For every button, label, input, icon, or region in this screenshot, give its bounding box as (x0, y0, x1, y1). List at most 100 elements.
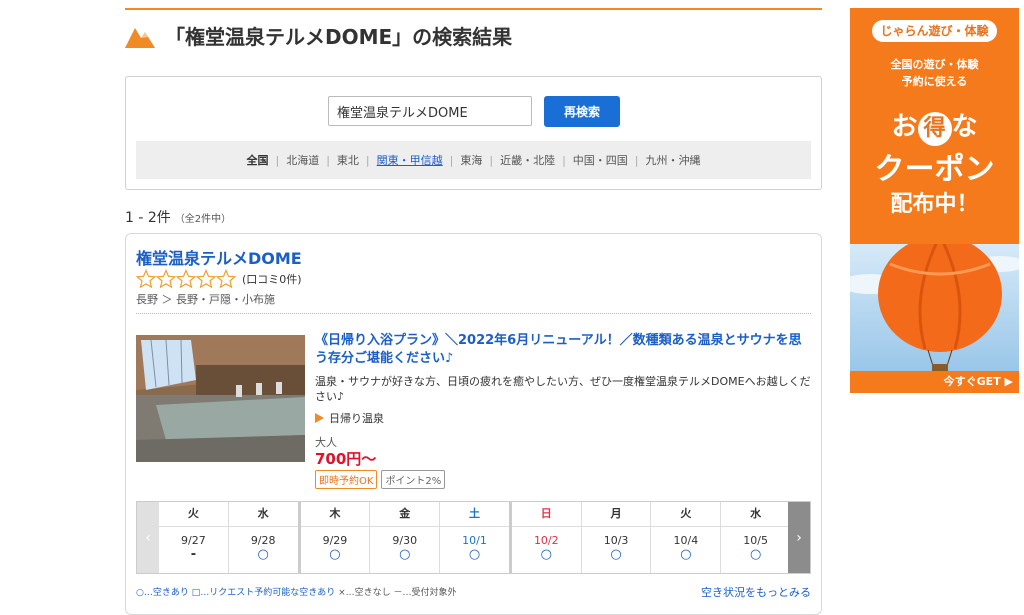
calendar-day-of-week: 土 (440, 502, 509, 527)
availability-mark[interactable]: ○ (370, 547, 439, 563)
region-item[interactable]: 中国・四国 (573, 152, 628, 168)
region-separator: | (365, 153, 370, 167)
calendar-prev-button[interactable]: ‹ (137, 502, 159, 573)
availability-mark[interactable]: ○ (582, 547, 651, 563)
region-item[interactable]: 東北 (337, 152, 359, 168)
region-item[interactable]: 九州・沖縄 (646, 152, 701, 168)
calendar-day-of-week: 日 (511, 502, 581, 527)
region-item[interactable]: 近畿・北陸 (500, 152, 555, 168)
calendar-date: 9/28 (250, 534, 276, 547)
region-separator: | (489, 153, 494, 167)
calendar-day[interactable]: 水 10/5 ○ (720, 502, 791, 573)
ad-subtitle: 全国の遊び・体験 予約に使える (850, 56, 1019, 90)
ad-big1-circle: 得 (917, 112, 952, 146)
calendar-day-of-week: 水 (228, 502, 298, 527)
region-item[interactable]: 関東・甲信越 (377, 152, 443, 168)
search-panel: 再検索 全国 | 北海道 | 東北 | 関東・甲信越 | 東海 | 近畿・北陸 | 中国・四国 | 九州・沖… (125, 76, 822, 190)
points-badge: ポイント2% (381, 470, 446, 489)
region-separator: | (634, 153, 639, 167)
calendar-day-of-week: 金 (370, 502, 440, 527)
star-icon (156, 269, 176, 289)
calendar-day-of-week: 火 (651, 502, 721, 527)
more-availability-link[interactable]: 空き状況をもっとみる (701, 584, 811, 600)
plan-title-link[interactable]: 《日帰り入浴プラン》＼2022年6月リニューアル！／数種類ある温泉とサウナを思う… (315, 332, 811, 368)
calendar-date: 9/29 (322, 534, 348, 547)
ad-headline-3: 配布中！ (890, 192, 979, 217)
legend-unavailable: ×…空きなし －…受付対象外 (338, 588, 457, 598)
search-input[interactable] (328, 96, 532, 126)
result-card: 権堂温泉テルメDOME (口コミ0件) 長野 ＞ 長野・戸隠・小布施 《日帰り入… (125, 233, 822, 615)
page-title: 「権堂温泉テルメDOME」の検索結果 (165, 24, 513, 49)
coupon-ad-banner[interactable]: じゃらん遊び・体験 全国の遊び・体験 予約に使える お得な クーポン 配布中！ … (850, 8, 1019, 393)
calendar-date: 9/27 (181, 534, 206, 547)
region-filter-bar: 全国 | 北海道 | 東北 | 関東・甲信越 | 東海 | 近畿・北陸 | 中国・四国 | 九州・沖縄 (136, 141, 811, 179)
star-icon (216, 269, 236, 289)
hotel-location: 長野 ＞ 長野・戸隠・小布施 (136, 293, 275, 306)
top-accent-bar (125, 8, 822, 10)
ad-headline-1: お得な (850, 106, 1019, 146)
region-item[interactable]: 東海 (460, 152, 482, 168)
calendar-day-of-week: 水 (721, 502, 791, 527)
region-separator: | (326, 153, 330, 167)
calendar-day[interactable]: 月 10/3 ○ (580, 502, 651, 573)
ad-brand-logo: じゃらん遊び・体験 (872, 20, 997, 42)
availability-mark[interactable]: ○ (440, 547, 509, 563)
calendar-day[interactable]: 土 10/1 ○ (439, 502, 509, 573)
calendar-day[interactable]: 火 9/27- (159, 502, 228, 573)
plan-price: 700円〜 (315, 450, 377, 468)
calendar-date: 10/2 (533, 534, 559, 547)
availability-mark[interactable]: ○ (721, 547, 790, 563)
plan-type: 日帰り温泉 (315, 410, 384, 426)
review-count[interactable]: (口コミ0件) (242, 271, 302, 287)
ad-get-now-button[interactable]: 今すぐGET ▶ (850, 371, 1019, 393)
calendar-date: 10/1 (462, 534, 487, 547)
calendar-day[interactable]: 水 9/28 ○ (227, 502, 298, 573)
calendar-next-button[interactable]: › (788, 502, 810, 573)
result-total: （全2件中） (174, 214, 232, 225)
calendar-date: 10/5 (743, 534, 768, 547)
divider (136, 313, 811, 314)
calendar-day-of-week: 月 (581, 502, 651, 527)
availability-calendar: ‹ 火 9/27- 水 9/28 ○ 木 9/29 ○ 金 9/30 ○ 土 10/1 ○ 日 10/2 ○ 月 1… (136, 501, 811, 574)
availability-mark[interactable]: ○ (229, 547, 298, 563)
result-count: 1 - 2件 （全2件中） (125, 207, 231, 227)
mountain-icon (125, 28, 155, 48)
availability-mark[interactable]: - (159, 547, 228, 563)
calendar-days: 火 9/27- 水 9/28 ○ 木 9/29 ○ 金 9/30 ○ 土 10/1 ○ 日 10/2 ○ 月 10/… (159, 502, 791, 573)
calendar-day[interactable]: 木 9/29 ○ (297, 502, 370, 573)
calendar-day[interactable]: 火 10/4 ○ (650, 502, 721, 573)
flag-icon (315, 413, 324, 423)
star-icon (196, 269, 216, 289)
ad-headline-2: クーポン (874, 152, 995, 187)
calendar-day[interactable]: 金 9/30 ○ (369, 502, 440, 573)
region-item[interactable]: 全国 (246, 152, 268, 168)
plan-type-label: 日帰り温泉 (329, 412, 384, 425)
instant-booking-badge: 即時予約OK (315, 470, 378, 489)
title-row: 「権堂温泉テルメDOME」の検索結果 (125, 20, 512, 50)
result-range: 1 - 2件 (125, 210, 171, 226)
calendar-date: 10/3 (603, 534, 629, 547)
calendar-date: 9/30 (392, 534, 418, 547)
availability-mark[interactable]: ○ (301, 547, 370, 563)
plan-badges: 即時予約OK ポイント2% (315, 470, 446, 489)
calendar-day-of-week: 木 (300, 502, 370, 527)
ad-big1-pre: お (891, 112, 918, 142)
availability-mark[interactable]: ○ (651, 547, 720, 563)
calendar-date: 10/4 (673, 534, 699, 547)
calendar-legend: ○…空きあり □…リクエスト予約可能な空きあり ×…空きなし －…受付対象外 (136, 585, 457, 598)
ad-sub-line2: 予約に使える (901, 75, 968, 88)
calendar-day-of-week: 火 (159, 502, 228, 527)
hotel-name-link[interactable]: 権堂温泉テルメDOME (136, 245, 302, 269)
availability-mark[interactable]: ○ (512, 547, 581, 563)
research-button[interactable]: 再検索 (544, 96, 620, 127)
legend-request: □…リクエスト予約可能な空きあり (191, 588, 336, 598)
region-item[interactable]: 北海道 (286, 152, 319, 168)
region-separator: | (275, 153, 280, 167)
star-icon (136, 269, 156, 289)
legend-available: ○…空きあり (136, 588, 189, 598)
ad-sub-line1: 全国の遊び・体験 (890, 58, 979, 71)
star-icon (176, 269, 196, 289)
hotel-photo[interactable] (136, 335, 305, 462)
region-separator: | (449, 153, 454, 167)
calendar-day[interactable]: 日 10/2 ○ (508, 502, 581, 573)
